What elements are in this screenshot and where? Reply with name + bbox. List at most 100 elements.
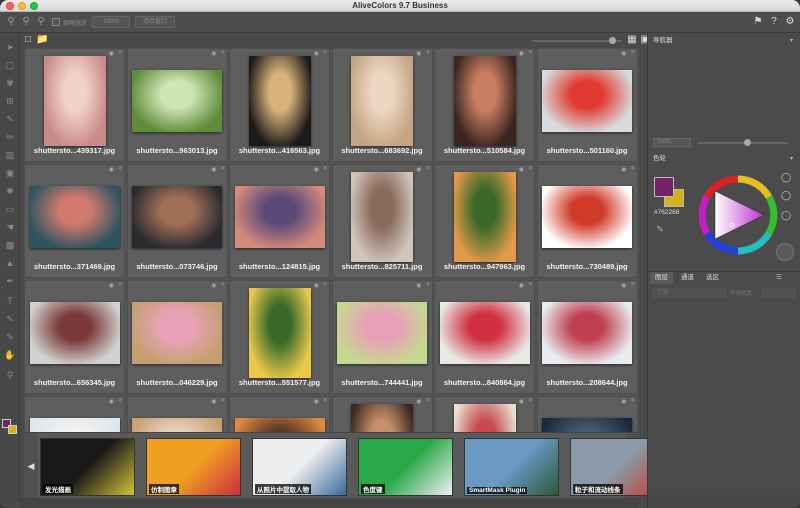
filmstrip-prev-arrow[interactable]: ◀ bbox=[24, 433, 38, 499]
smudge-tool-icon[interactable]: ☚ bbox=[4, 221, 16, 233]
close-thumbnail-icon[interactable]: × bbox=[118, 398, 122, 404]
help-icon[interactable]: ? bbox=[768, 16, 780, 28]
file-thumbnail-cell[interactable]: ◉ × bbox=[434, 396, 535, 432]
preview-eye-icon[interactable]: ◉ bbox=[314, 282, 319, 289]
preview-eye-icon[interactable]: ◉ bbox=[211, 398, 216, 405]
color-preview-circle[interactable] bbox=[776, 243, 794, 261]
navigator-zoom-knob[interactable] bbox=[744, 139, 751, 146]
file-thumbnail-cell[interactable]: ◉ × shuttersto...208644.jpg bbox=[536, 280, 638, 394]
preview-eye-icon[interactable]: ◉ bbox=[314, 166, 319, 173]
file-thumbnail-cell[interactable]: ◉ × shuttersto...046229.jpg bbox=[126, 280, 228, 394]
file-thumbnail-cell[interactable]: ◉ × shuttersto...073746.jpg bbox=[126, 164, 228, 278]
close-thumbnail-icon[interactable]: × bbox=[323, 166, 327, 172]
file-thumbnail-image[interactable] bbox=[132, 418, 222, 432]
close-thumbnail-icon[interactable]: × bbox=[118, 166, 122, 172]
panel-menu-icon[interactable]: ☰ bbox=[776, 272, 782, 284]
preview-eye-icon[interactable]: ◉ bbox=[211, 282, 216, 289]
file-thumbnail-image[interactable] bbox=[337, 302, 427, 364]
preview-eye-icon[interactable]: ◉ bbox=[109, 282, 114, 289]
preview-eye-icon[interactable]: ◉ bbox=[314, 398, 319, 405]
preview-eye-icon[interactable]: ◉ bbox=[519, 50, 524, 57]
file-thumbnail-cell[interactable]: ◉ × shuttersto...730489.jpg bbox=[536, 164, 638, 278]
preview-eye-icon[interactable]: ◉ bbox=[519, 166, 524, 173]
file-thumbnail-cell[interactable]: ◉ × shuttersto...656345.jpg bbox=[24, 280, 125, 394]
navigator-zoom-field[interactable]: 100% bbox=[653, 138, 691, 147]
opacity-field[interactable] bbox=[762, 288, 796, 298]
tutorial-card[interactable]: SmartMask Plugin bbox=[464, 438, 559, 496]
pencil-tool-icon[interactable]: ✎ bbox=[4, 313, 16, 325]
file-thumbnail-image[interactable] bbox=[248, 288, 311, 378]
blend-mode-select[interactable]: 正常 bbox=[652, 288, 726, 298]
zoom-value-field[interactable]: 100% bbox=[92, 16, 130, 28]
retouch-tool-icon[interactable]: ✺ bbox=[4, 185, 16, 197]
close-thumbnail-icon[interactable]: × bbox=[323, 282, 327, 288]
close-thumbnail-icon[interactable]: × bbox=[221, 398, 225, 404]
zoom-in-icon[interactable]: ⚲ bbox=[35, 16, 47, 28]
file-thumbnail-cell[interactable]: ◉ × shuttersto...124815.jpg bbox=[229, 164, 330, 278]
notifications-icon[interactable]: ⚑ bbox=[752, 16, 764, 28]
file-thumbnail-cell[interactable]: ◉ × shuttersto...825711.jpg bbox=[331, 164, 433, 278]
file-thumbnail-image[interactable] bbox=[542, 186, 632, 248]
close-thumbnail-icon[interactable]: × bbox=[631, 50, 635, 56]
thumbnail-size-knob[interactable] bbox=[609, 37, 616, 44]
preview-eye-icon[interactable]: ◉ bbox=[314, 50, 319, 57]
close-thumbnail-icon[interactable]: × bbox=[528, 50, 532, 56]
file-thumbnail-cell[interactable]: ◉ × shuttersto...510584.jpg bbox=[434, 48, 535, 162]
close-thumbnail-icon[interactable]: × bbox=[631, 282, 635, 288]
chevron-down-icon[interactable]: ▾ bbox=[790, 35, 793, 47]
crop-tool-icon[interactable]: ⊞ bbox=[4, 95, 16, 107]
close-thumbnail-icon[interactable]: × bbox=[221, 166, 225, 172]
brush-tool-icon[interactable]: ✏ bbox=[4, 131, 16, 143]
foreground-color-chip[interactable] bbox=[654, 177, 674, 197]
tab-layers[interactable]: 图层 bbox=[650, 272, 673, 284]
close-thumbnail-icon[interactable]: × bbox=[426, 166, 430, 172]
color-wheel[interactable] bbox=[698, 175, 778, 255]
preview-eye-icon[interactable]: ◉ bbox=[621, 282, 626, 289]
grid-view-icon[interactable]: ▦ bbox=[626, 34, 638, 46]
open-folder-icon[interactable]: 📁 bbox=[36, 34, 48, 46]
file-thumbnail-cell[interactable]: ◉ × shuttersto...551577.jpg bbox=[229, 280, 330, 394]
file-thumbnail-cell[interactable]: ◉ × shuttersto...840864.jpg bbox=[434, 280, 535, 394]
close-thumbnail-icon[interactable]: × bbox=[118, 282, 122, 288]
picker-tool-icon[interactable]: ✎ bbox=[4, 331, 16, 343]
close-thumbnail-icon[interactable]: × bbox=[426, 398, 430, 404]
preview-eye-icon[interactable]: ◉ bbox=[519, 398, 524, 405]
file-thumbnail-image[interactable] bbox=[453, 172, 516, 262]
file-thumbnail-image[interactable] bbox=[132, 70, 222, 132]
wheel-triangle-icon[interactable]: ◯ bbox=[780, 209, 792, 221]
navigator-zoom-slider[interactable] bbox=[698, 142, 788, 144]
preview-eye-icon[interactable]: ◉ bbox=[621, 398, 626, 405]
gradient-tool-icon[interactable]: ▩ bbox=[4, 239, 16, 251]
preview-eye-icon[interactable]: ◉ bbox=[109, 398, 114, 405]
close-thumbnail-icon[interactable]: × bbox=[221, 50, 225, 56]
preview-eye-icon[interactable]: ◉ bbox=[621, 50, 626, 57]
eraser-tool-icon[interactable]: ▭ bbox=[4, 203, 16, 215]
settings-gear-icon[interactable]: ⚙ bbox=[784, 16, 796, 28]
file-thumbnail-cell[interactable]: ◉ × bbox=[24, 396, 125, 432]
preview-eye-icon[interactable]: ◉ bbox=[109, 50, 114, 57]
close-thumbnail-icon[interactable]: × bbox=[323, 398, 327, 404]
selection-tool-icon[interactable]: ▢ bbox=[4, 59, 16, 71]
file-thumbnail-cell[interactable]: ◉ × shuttersto...963013.jpg bbox=[126, 48, 228, 162]
file-thumbnail-image[interactable] bbox=[542, 70, 632, 132]
tutorial-card[interactable]: 仿制图章 bbox=[146, 438, 241, 496]
file-thumbnail-image[interactable] bbox=[351, 404, 413, 432]
file-thumbnail-image[interactable] bbox=[132, 302, 222, 364]
preview-eye-icon[interactable]: ◉ bbox=[519, 282, 524, 289]
close-thumbnail-icon[interactable]: × bbox=[323, 50, 327, 56]
file-thumbnail-image[interactable] bbox=[439, 302, 530, 364]
tutorial-card[interactable]: 从照片中提取人物 bbox=[252, 438, 347, 496]
tab-channels[interactable]: 通道 bbox=[681, 272, 694, 284]
close-thumbnail-icon[interactable]: × bbox=[528, 398, 532, 404]
background-color-swatch[interactable] bbox=[8, 425, 17, 434]
preview-eye-icon[interactable]: ◉ bbox=[416, 282, 421, 289]
tutorial-card[interactable]: 色度键 bbox=[358, 438, 453, 496]
file-thumbnail-image[interactable] bbox=[351, 172, 413, 262]
close-thumbnail-icon[interactable]: × bbox=[631, 166, 635, 172]
file-thumbnail-cell[interactable]: ◉ × shuttersto...371469.jpg bbox=[24, 164, 125, 278]
file-thumbnail-image[interactable] bbox=[542, 418, 632, 432]
zoom-tool-icon[interactable]: ⚲ bbox=[4, 369, 16, 381]
close-thumbnail-icon[interactable]: × bbox=[426, 50, 430, 56]
close-thumbnail-icon[interactable]: × bbox=[528, 282, 532, 288]
hex-color-value[interactable]: #762268 bbox=[654, 209, 679, 216]
